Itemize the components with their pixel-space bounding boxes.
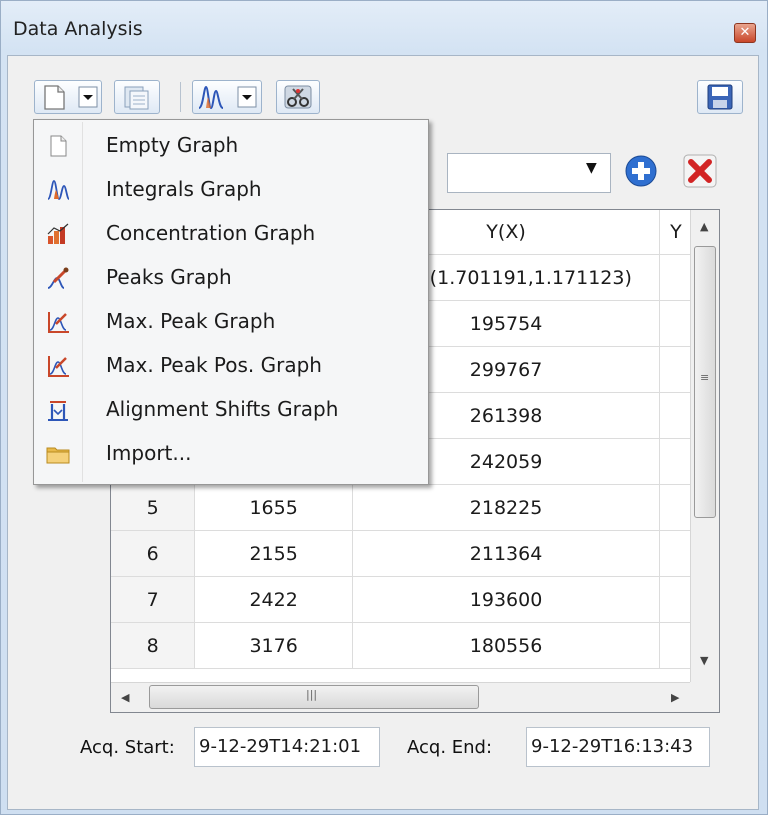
close-button[interactable]: ✕ xyxy=(734,23,756,43)
table-cell[interactable]: 180556 xyxy=(352,622,661,669)
menu-item-empty-graph[interactable]: Empty Graph xyxy=(36,124,426,168)
acq-end-value: 9-12-29T16:13:43 xyxy=(531,736,694,757)
window-title: Data Analysis xyxy=(13,18,143,40)
new-document-icon xyxy=(44,85,98,110)
row-index: 7 xyxy=(111,576,196,623)
table-cell[interactable]: 2155 xyxy=(194,530,353,577)
copy-icon xyxy=(124,86,149,110)
copy-button[interactable] xyxy=(114,80,160,114)
menu-item-max-peak-pos-graph[interactable]: Max. Peak Pos. Graph xyxy=(36,344,426,388)
chevron-down-icon[interactable]: ▼ xyxy=(586,160,597,176)
menu-item-label: Empty Graph xyxy=(106,133,239,157)
scrollbar-corner xyxy=(690,682,719,712)
save-disk-icon xyxy=(707,84,733,110)
table-cell[interactable]: 2422 xyxy=(194,576,353,623)
concentration-graph-icon xyxy=(47,223,69,244)
max-peak-pos-graph-icon xyxy=(48,356,69,377)
table-row[interactable]: 6 2155 211364 xyxy=(111,530,719,577)
max-peak-graph-icon xyxy=(48,312,69,333)
menu-item-max-peak-graph[interactable]: Max. Peak Graph xyxy=(36,300,426,344)
horizontal-scrollbar[interactable]: ◀ ||| ▶ xyxy=(111,682,690,712)
empty-page-icon xyxy=(50,135,67,157)
acq-start-field[interactable]: 9-12-29T14:21:01 xyxy=(194,727,380,767)
table-row[interactable]: 5 1655 218225 xyxy=(111,484,719,531)
add-button[interactable] xyxy=(624,154,658,188)
vertical-scroll-thumb[interactable]: ≡ xyxy=(694,246,716,518)
delete-x-icon xyxy=(683,154,717,188)
new-graph-dropdown-button[interactable] xyxy=(34,80,102,114)
table-row[interactable]: 8 3176 180556 xyxy=(111,622,719,669)
table-row[interactable]: 7 2422 193600 xyxy=(111,576,719,623)
integrals-graph-icon xyxy=(198,85,257,110)
save-button[interactable] xyxy=(697,80,743,114)
toolbar-separator xyxy=(180,82,181,112)
acq-start-label: Acq. Start: xyxy=(80,737,175,758)
menu-item-label: Import... xyxy=(106,441,192,465)
scroll-left-arrow-icon[interactable]: ◀ xyxy=(121,691,129,704)
menu-item-label: Max. Peak Graph xyxy=(106,309,276,333)
close-icon: ✕ xyxy=(739,25,751,40)
menu-item-integrals-graph[interactable]: Integrals Graph xyxy=(36,168,426,212)
row-index: 6 xyxy=(111,530,196,577)
menu-item-label: Integrals Graph xyxy=(106,177,262,201)
table-cell[interactable]: 3176 xyxy=(194,622,353,669)
menu-item-import[interactable]: Import... xyxy=(36,432,426,476)
scroll-up-arrow-icon[interactable]: ▲ xyxy=(700,220,708,233)
graph-type-dropdown-button[interactable] xyxy=(192,80,262,114)
plus-icon xyxy=(625,155,657,187)
scroll-right-arrow-icon[interactable]: ▶ xyxy=(671,691,679,704)
integrals-graph-icon xyxy=(47,180,70,200)
acq-end-label: Acq. End: xyxy=(407,737,493,758)
menu-item-peaks-graph[interactable]: Peaks Graph xyxy=(36,256,426,300)
menu-item-concentration-graph[interactable]: Concentration Graph xyxy=(36,212,426,256)
folder-icon xyxy=(46,447,70,464)
row-index: 8 xyxy=(111,622,196,669)
scissors-wrench-icon xyxy=(284,85,312,109)
scroll-down-arrow-icon[interactable]: ▼ xyxy=(700,654,708,667)
peaks-graph-icon xyxy=(47,267,69,289)
horizontal-scroll-thumb[interactable]: ||| xyxy=(149,685,479,709)
grip-icon: ||| xyxy=(306,688,318,701)
acq-start-value: 9-12-29T14:21:01 xyxy=(199,736,362,757)
menu-item-label: Concentration Graph xyxy=(106,221,316,245)
menu-item-label: Peaks Graph xyxy=(106,265,232,289)
row-index: 5 xyxy=(111,484,196,531)
table-cell[interactable]: 218225 xyxy=(352,484,661,531)
new-graph-menu: Empty Graph Integrals Graph Concentratio… xyxy=(33,119,429,485)
remove-button[interactable] xyxy=(683,154,717,188)
grip-icon: ≡ xyxy=(700,371,710,384)
vertical-scrollbar[interactable]: ▲ ≡ ▼ xyxy=(690,210,719,682)
acq-end-field[interactable]: 9-12-29T16:13:43 xyxy=(526,727,710,767)
menu-item-label: Max. Peak Pos. Graph xyxy=(106,353,322,377)
table-cell[interactable]: 211364 xyxy=(352,530,661,577)
title-bar[interactable]: Data Analysis ✕ xyxy=(1,1,767,55)
table-cell[interactable]: 1655 xyxy=(194,484,353,531)
menu-item-label: Alignment Shifts Graph xyxy=(106,397,339,421)
alignment-shifts-graph-icon xyxy=(48,401,68,421)
menu-item-alignment-shifts-graph[interactable]: Alignment Shifts Graph xyxy=(36,388,426,432)
tools-button[interactable] xyxy=(276,80,320,114)
table-cell[interactable]: 193600 xyxy=(352,576,661,623)
